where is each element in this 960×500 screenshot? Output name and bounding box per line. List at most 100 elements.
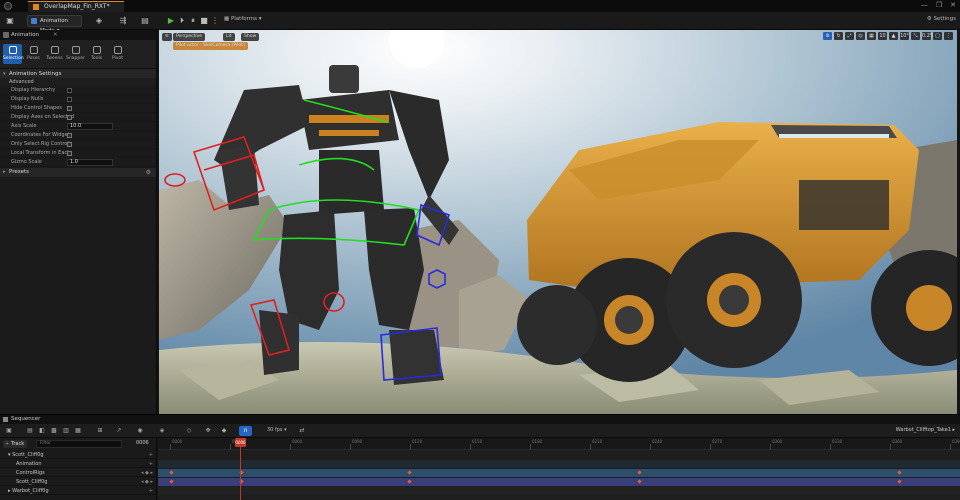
tool-selection[interactable]: Selection	[3, 44, 24, 64]
pause-icon[interactable]: ⏸	[188, 16, 198, 26]
scott-lane[interactable]	[158, 478, 960, 486]
track-row[interactable]: Scott_Cliff0g ◂ ◆ ▸	[0, 478, 157, 486]
seq-lock-icon[interactable]: ▥	[62, 427, 70, 435]
seq-play-options-icon[interactable]: ◈	[158, 427, 166, 435]
scale-icon[interactable]: ⤢	[845, 32, 854, 40]
property-checkbox[interactable]	[67, 115, 72, 120]
seq-camera-icon[interactable]: ▩	[50, 427, 58, 435]
property-checkbox[interactable]	[67, 106, 72, 111]
show-button[interactable]: Show	[241, 33, 260, 41]
animation-settings-section[interactable]: Animation Settings	[0, 68, 156, 79]
minimize-button[interactable]: —	[921, 1, 928, 9]
track-row[interactable]: Animation +	[0, 460, 157, 468]
animation-panel-icon	[3, 32, 9, 38]
seq-view-icon[interactable]: ◉	[136, 427, 144, 435]
tool-snapper[interactable]: Snapper	[66, 44, 85, 64]
snap-toggle-button[interactable]: ∩	[239, 426, 252, 436]
current-frame-field[interactable]: 0006	[136, 440, 149, 446]
viewport-options-button[interactable]: ≡	[162, 33, 172, 41]
property-checkbox[interactable]	[67, 97, 72, 102]
property-checkbox[interactable]	[67, 133, 72, 138]
mode-selector[interactable]: Animation Mode ▾	[27, 15, 82, 34]
level-tab[interactable]: OverlapMap_Fin_RXT*	[28, 1, 124, 12]
track-row[interactable]: ControlRigs ◂ ◆ ▸	[0, 469, 157, 477]
perspective-button[interactable]: Perspective	[173, 33, 206, 41]
level-viewport[interactable]: ≡ Perspective Lit Show Pilot actor - Ske…	[159, 30, 957, 414]
pilot-actor-label[interactable]: Pilot actor - SkelCamera [Pilot]	[173, 42, 248, 50]
track-key-icon[interactable]: ◂ ◆ ▸	[141, 469, 153, 477]
settings-button[interactable]: ⚙ Settings	[927, 16, 956, 22]
seq-options-icon[interactable]: ▦	[74, 427, 82, 435]
seq-loop-icon[interactable]: ⇄	[298, 427, 306, 435]
playhead-handle[interactable]: 0006	[235, 438, 246, 447]
lit-button[interactable]: Lit	[223, 33, 235, 41]
save-icon[interactable]: ▣	[5, 16, 15, 26]
rotation-snap-value[interactable]: 10°	[900, 32, 909, 40]
grid-snap-icon[interactable]: ▦	[867, 32, 876, 40]
rotation-snap-icon[interactable]: ▲	[889, 32, 898, 40]
step-icon[interactable]: ⏵	[177, 16, 187, 26]
translate-icon[interactable]: ⊕	[823, 32, 832, 40]
ruler-label: 0240	[652, 439, 663, 444]
ruler-tick	[230, 444, 231, 450]
cinematics-icon[interactable]: ▤	[140, 16, 150, 26]
property-checkbox[interactable]	[67, 88, 72, 93]
axis-scale-input[interactable]: 10.0	[67, 123, 113, 130]
scale-snap-icon[interactable]: ⤡	[911, 32, 920, 40]
seq-transform-icon[interactable]: ✥	[204, 427, 212, 435]
track-row[interactable]: ▾ Scott_Cliff0g +	[0, 451, 157, 459]
world-space-icon[interactable]: ◎	[856, 32, 865, 40]
tool-pivot[interactable]: Pivot	[108, 44, 127, 64]
seq-snap-icon[interactable]: ◇	[185, 427, 193, 435]
gizmo-scale-input[interactable]: 1.0	[67, 159, 113, 166]
rotate-icon[interactable]: ↻	[834, 32, 843, 40]
seq-render-icon[interactable]: ◧	[38, 427, 46, 435]
tool-poses[interactable]: Poses	[24, 44, 43, 64]
platforms-button[interactable]: ▦ Platforms ▾	[224, 16, 262, 22]
sequence-name[interactable]: Warbot_Clifftop_Take1 ▸	[896, 427, 955, 433]
seq-curve-icon[interactable]: ↗	[115, 427, 123, 435]
maximize-button[interactable]: ❐	[936, 1, 942, 9]
property-label: Local Transform in Each	[11, 150, 71, 156]
property-row: Gizmo Scale 1.0	[0, 158, 156, 167]
section-title: Animation Settings	[9, 71, 62, 77]
property-row: Axis Scale 10.0	[0, 122, 156, 131]
scale-snap-value[interactable]: 0.25	[922, 32, 933, 40]
presets-gear-icon[interactable]: ⚙	[146, 168, 151, 177]
blueprint-icon[interactable]: ⇶	[118, 16, 128, 26]
track-add-icon[interactable]: +	[149, 451, 153, 459]
seq-marker-icon[interactable]: ◆	[220, 427, 228, 435]
property-checkbox[interactable]	[67, 142, 72, 147]
track-add-icon[interactable]: +	[149, 487, 153, 495]
tool-tools[interactable]: Tools	[87, 44, 106, 64]
presets-section[interactable]: Presets ⚙	[0, 168, 156, 177]
animation-lane[interactable]	[158, 460, 960, 468]
engine-logo-icon[interactable]	[4, 2, 12, 10]
control-rig-lane[interactable]	[158, 469, 960, 477]
play-options-icon[interactable]: ⋮	[210, 16, 220, 26]
warbot-lane[interactable]	[158, 487, 960, 495]
timeline-area[interactable]: 0000003000600090012001500180021002400270…	[158, 438, 960, 500]
viewport-more-icon[interactable]: ⋮	[944, 32, 953, 40]
property-checkbox[interactable]	[67, 151, 72, 156]
subsection-title: Advanced	[9, 79, 34, 85]
maximize-viewport-icon[interactable]: ▢	[933, 32, 942, 40]
tool-tweens[interactable]: Tweens	[45, 44, 64, 64]
advanced-subsection[interactable]: Advanced	[0, 78, 156, 86]
track-add-icon[interactable]: +	[149, 460, 153, 468]
close-panel-icon[interactable]: ✕	[53, 30, 58, 40]
seq-save-icon[interactable]: ▣	[5, 427, 13, 435]
add-track-button[interactable]: Track	[3, 440, 28, 448]
time-ruler[interactable]: 0000003000600090012001500180021002400270…	[158, 438, 960, 450]
stop-icon[interactable]: ■	[199, 16, 209, 26]
track-filter-input[interactable]: Filter	[36, 440, 122, 448]
track-row[interactable]: ▸ Warbot_Cliff0g +	[0, 487, 157, 495]
seq-key-icon[interactable]: ⊞	[96, 427, 104, 435]
track-key-icon[interactable]: ◂ ◆ ▸	[141, 478, 153, 486]
play-icon[interactable]: ▶	[166, 16, 176, 26]
grid-size-value[interactable]: 10	[878, 32, 887, 40]
seq-browse-icon[interactable]: ▤	[26, 427, 34, 435]
add-content-icon[interactable]: ◈	[94, 16, 104, 26]
close-button[interactable]: ✕	[950, 1, 956, 9]
fps-selector[interactable]: 30 fps ▾	[267, 427, 287, 433]
